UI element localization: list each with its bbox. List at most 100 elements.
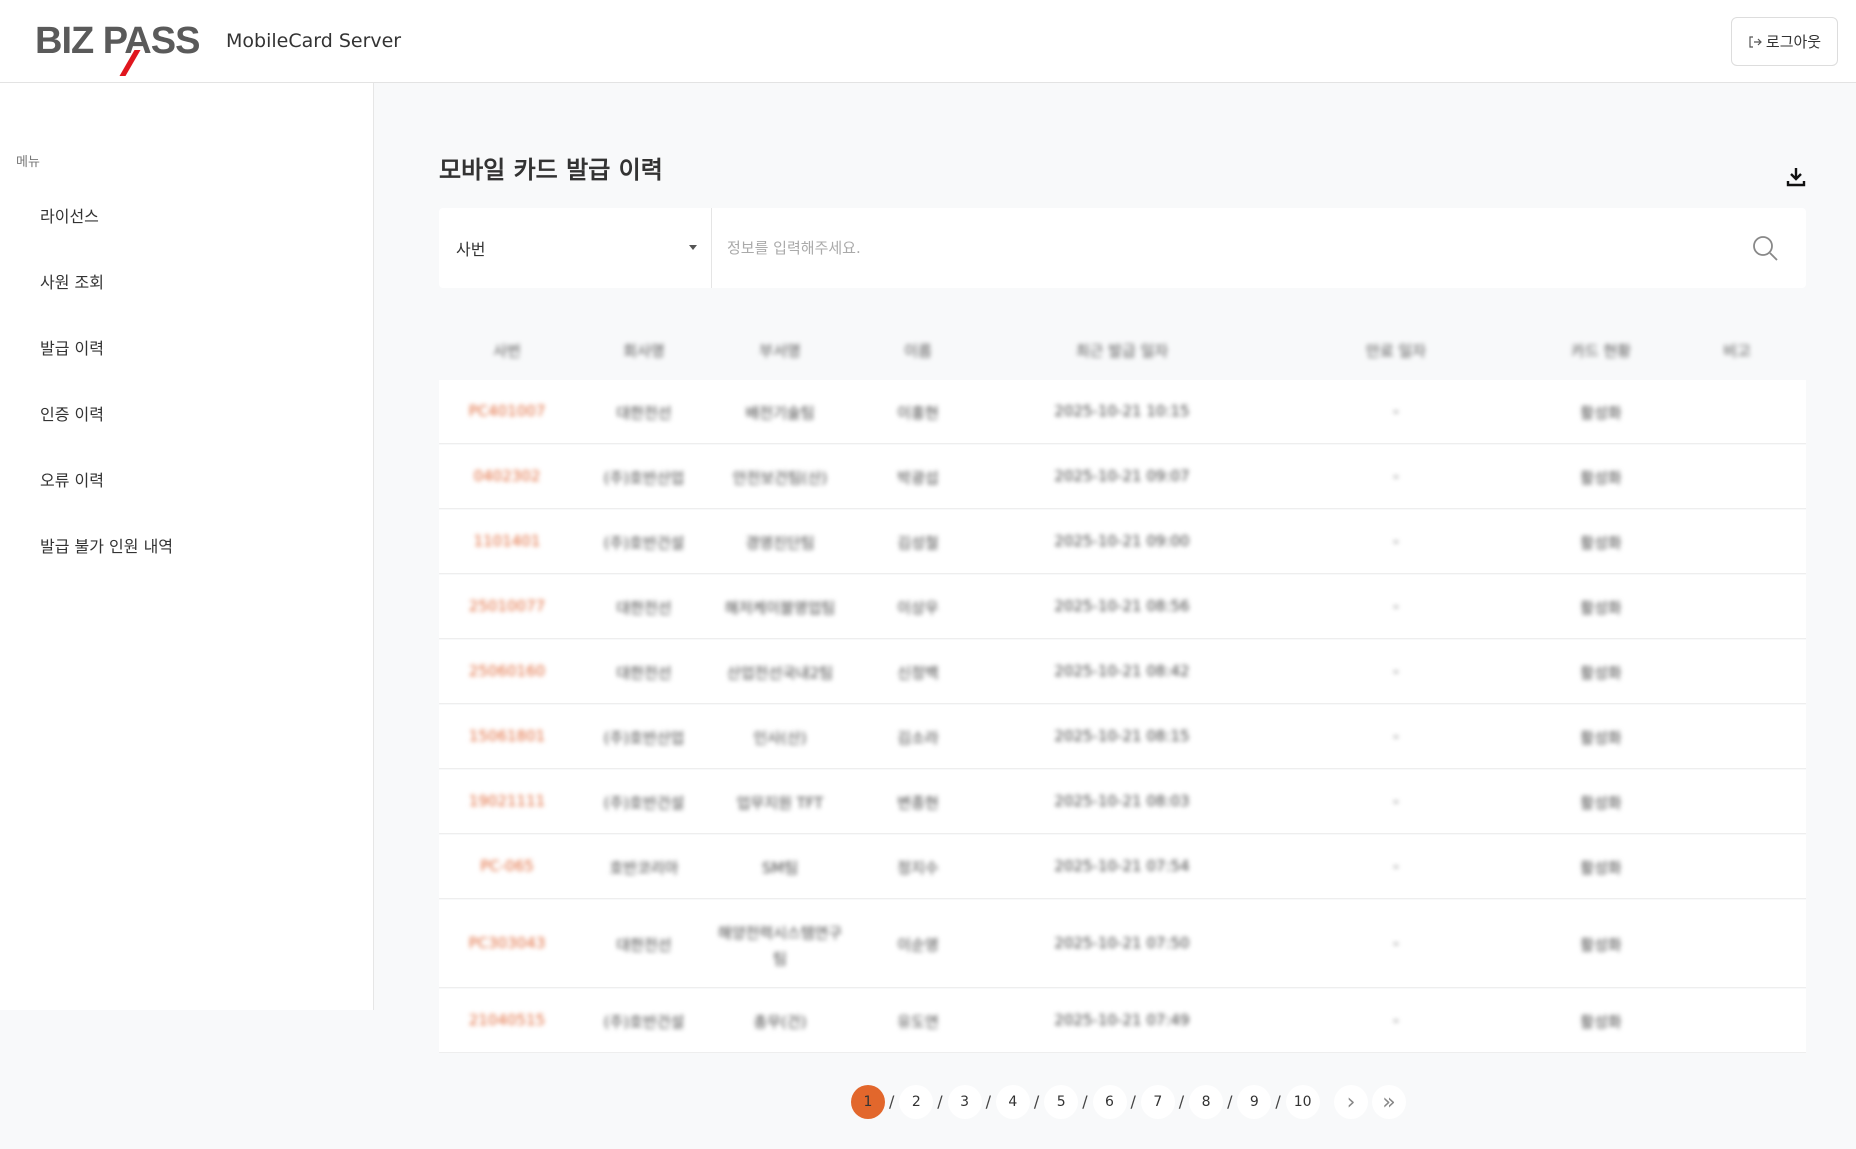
employee-id-cell[interactable]: 25060160 [469,662,545,680]
page-title: 모바일 카드 발급 이력 [439,156,663,184]
issued-at-cell: 2025-10-21 08:15 [1054,727,1190,745]
company-cell: 호반코리아 [609,859,679,877]
page-3-button[interactable]: 3 [947,1085,982,1119]
column-header: 회사명 [623,342,665,360]
page-5-button[interactable]: 5 [1044,1085,1079,1119]
employee-id-cell[interactable]: 21040515 [469,1011,545,1029]
company-cell: 대한전선 [616,599,672,617]
department-cell: 안전보건팀(산) [732,469,828,487]
expires-at-cell: - [1393,792,1399,810]
next-page-button[interactable]: › [1334,1085,1368,1119]
name-cell: 김성철 [897,534,939,552]
card-status-cell: 활성화 [1580,794,1622,812]
page-6-button[interactable]: 6 [1092,1085,1127,1119]
table-header: 사번 회사명 부서명 이름 최근 발급 일자 만료 일자 카드 현황 비고 [439,320,1806,378]
sidebar-item-employee-search[interactable]: 사원 조회 [40,269,104,293]
issued-at-cell: 2025-10-21 07:50 [1054,934,1190,952]
download-icon[interactable] [1784,165,1808,189]
sidebar-item-error-history[interactable]: 오류 이력 [40,467,104,491]
column-header: 만료 일자 [1366,342,1426,360]
expires-at-cell: - [1393,597,1399,615]
company-cell: (주)호반산업 [603,469,685,487]
table-row[interactable]: PC303043 대한전선 해양전력시스템연구팀 이순영 2025-10-21 07:5… [439,900,1806,988]
expires-at-cell: - [1393,662,1399,680]
company-cell: (주)호반산업 [603,729,685,747]
sidebar-item-auth-history[interactable]: 인증 이력 [40,401,104,425]
expires-at-cell: - [1393,532,1399,550]
chevron-right-icon: › [1346,1089,1356,1115]
table-row[interactable]: 25010077 대한전선 해저케이블영업팀 이상우 2025-10-21 08:56 -… [439,575,1806,639]
table-row[interactable]: PC-065 호반코리아 SM팀 정지수 2025-10-21 07:54 - 활성화 [439,835,1806,899]
page-2-button[interactable]: 2 [899,1085,934,1119]
card-status-cell: 활성화 [1580,469,1622,487]
page-separator: / [1082,1092,1088,1111]
department-cell: 배전기술팀 [745,404,815,422]
table-row[interactable]: 0402302 (주)호반산업 안전보건팀(산) 박광섭 2025-10-21 09:0… [439,445,1806,509]
employee-id-cell[interactable]: 1101401 [474,532,541,550]
page-7-button[interactable]: 7 [1140,1085,1175,1119]
page-separator: / [985,1092,991,1111]
bizpass-logo[interactable]: BIZ PASS [35,20,200,76]
sidebar-item-issue-history[interactable]: 발급 이력 [40,335,104,359]
name-cell: 이상우 [897,599,939,617]
employee-id-cell[interactable]: PC401007 [469,402,546,420]
page-separator: / [1130,1092,1136,1111]
employee-id-cell[interactable]: 25010077 [469,597,545,615]
expires-at-cell: - [1393,1011,1399,1029]
department-cell: 해양전력시스템연구팀 [717,924,843,968]
card-status-cell: 활성화 [1580,664,1622,682]
top-header: BIZ PASS MobileCard Server 로그아웃 [0,0,1856,83]
table-row[interactable]: 15061801 (주)호반산업 인사(산) 김소라 2025-10-21 08:15 -… [439,705,1806,769]
sidebar-item-license[interactable]: 라이선스 [40,203,99,227]
name-cell: 이홍현 [897,404,939,422]
issued-at-cell: 2025-10-21 09:07 [1054,467,1190,485]
department-cell: SM팀 [761,859,799,877]
column-header: 사번 [493,342,521,360]
page-separator: / [889,1092,895,1111]
logout-label: 로그아웃 [1765,33,1822,51]
page-10-button[interactable]: 10 [1285,1085,1320,1119]
logout-button[interactable]: 로그아웃 [1731,17,1838,66]
column-header: 최근 발급 일자 [1075,342,1169,360]
card-status-cell: 활성화 [1580,1013,1622,1031]
name-cell: 유도연 [897,1013,939,1031]
table-row[interactable]: 1101401 (주)호반건설 경영진단팀 김성철 2025-10-21 09:00 - 활… [439,510,1806,574]
table-row[interactable]: PC401007 대한전선 배전기술팀 이홍현 2025-10-21 10:15 - 활성화 [439,380,1806,444]
card-status-cell: 활성화 [1580,404,1622,422]
table-row[interactable]: 21040515 (주)호반건설 총무(건) 유도연 2025-10-21 07:49 -… [439,989,1806,1053]
company-cell: 대한전선 [616,936,672,954]
employee-id-cell[interactable]: PC-065 [480,857,534,875]
department-cell: 해저케이블영업팀 [724,599,836,617]
employee-id-cell[interactable]: 0402302 [474,467,541,485]
sidebar: 메뉴 라이선스 사원 조회 발급 이력 인증 이력 오류 이력 발급 불가 인원… [0,83,374,1010]
expires-at-cell: - [1393,402,1399,420]
pagination: 1/2/3/4/5/6/7/8/9/10 ›» [0,1085,1856,1119]
page-separator: / [1178,1092,1185,1111]
last-page-button[interactable]: » [1372,1085,1406,1119]
search-input[interactable] [727,232,1727,264]
name-cell: 신정백 [897,664,939,682]
name-cell: 김소라 [897,729,939,747]
page-8-button[interactable]: 8 [1189,1085,1224,1119]
expires-at-cell: - [1393,727,1399,745]
sidebar-item-ineligible[interactable]: 발급 불가 인원 내역 [40,533,173,557]
page-4-button[interactable]: 4 [995,1085,1030,1119]
page-9-button[interactable]: 9 [1237,1085,1272,1119]
issued-at-cell: 2025-10-21 08:42 [1054,662,1190,680]
employee-id-cell[interactable]: PC303043 [469,934,546,952]
page-1-button[interactable]: 1 [851,1085,885,1119]
search-field-select[interactable]: 사번 [439,208,712,288]
table-row[interactable]: 25060160 대한전선 산업전선국내2팀 신정백 2025-10-21 08:42 -… [439,640,1806,704]
employee-id-cell[interactable]: 15061801 [469,727,545,745]
employee-id-cell[interactable]: 19021111 [469,792,545,810]
table-row[interactable]: 19021111 (주)호반건설 업무지원 TFT 변종현 2025-10-21 08:… [439,770,1806,834]
company-cell: 대한전선 [616,404,672,422]
search-icon[interactable] [1752,235,1778,261]
name-cell: 박광섭 [897,469,939,487]
card-status-cell: 활성화 [1580,729,1622,747]
card-status-cell: 활성화 [1580,936,1622,954]
expires-at-cell: - [1393,934,1399,952]
issued-at-cell: 2025-10-21 08:56 [1054,597,1190,615]
issued-at-cell: 2025-10-21 09:00 [1054,532,1190,550]
app-title: MobileCard Server [226,30,402,52]
